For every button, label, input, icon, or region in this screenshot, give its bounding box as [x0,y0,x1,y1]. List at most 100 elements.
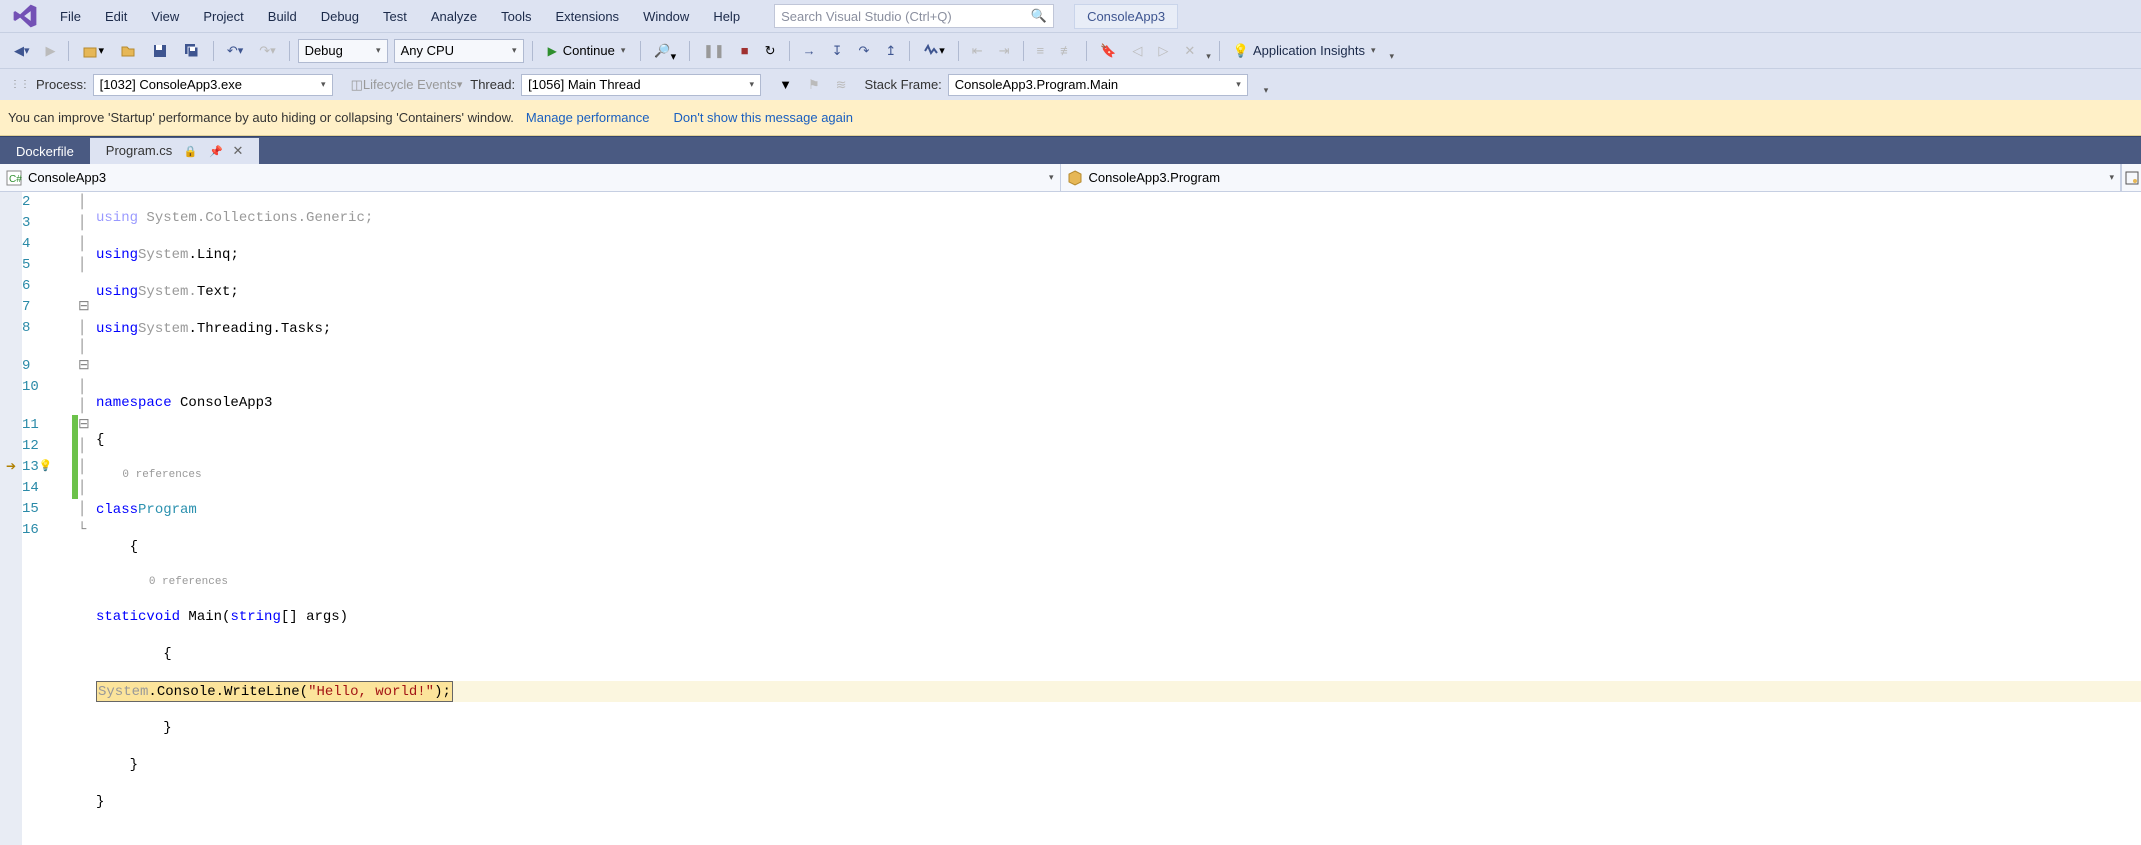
dont-show-again-link[interactable]: Don't show this message again [673,110,853,125]
code-editor[interactable]: ➔ 23456 78 910 1112 13 💡 141516 ││││ ⊟│ … [0,192,2141,845]
app-insights-button[interactable]: 💡 Application Insights ▾ [1227,39,1382,63]
code-line[interactable] [96,356,2141,377]
code-line[interactable]: using System.Linq; [96,245,2141,266]
open-file-button[interactable] [114,39,142,63]
breakpoint-gutter[interactable]: ➔ [0,192,22,845]
stack-frame-label: Stack Frame: [865,77,942,92]
overflow-menu[interactable]: ▾ [1206,51,1211,62]
separator [1023,41,1024,61]
pin-icon[interactable]: 📌 [209,146,223,158]
find-button[interactable]: 🔎▾ [648,39,682,63]
show-next-statement-button[interactable]: → [797,39,822,62]
next-bookmark-button: ▷ [1152,39,1174,63]
separator [532,41,533,61]
step-into-button[interactable]: ↧ [826,39,849,63]
nav-type-dropdown[interactable]: ConsoleApp3.Program ▾ [1061,164,2122,191]
filter-icon[interactable]: ▼ [773,73,798,96]
menu-debug[interactable]: Debug [309,3,371,30]
menu-build[interactable]: Build [256,3,309,30]
intellitrace-button[interactable]: ▾ [917,39,950,63]
class-icon [1067,170,1083,186]
outlining-gutter[interactable]: ││││ ⊟│ │ ⊟│ │ ⊟│ │ ││└ [78,192,96,845]
thread-dropdown[interactable]: [1056] Main Thread▾ [521,74,761,96]
code-line[interactable]: { [96,644,2141,665]
menu-extensions[interactable]: Extensions [543,3,631,30]
code-content[interactable]: using System.Collections.Generic; using … [96,192,2141,845]
code-line[interactable]: class Program [96,500,2141,521]
nav-project-dropdown[interactable]: C# ConsoleApp3 ▾ [0,164,1061,191]
save-all-button[interactable] [178,39,206,63]
undo-button[interactable]: ↶▾ [221,39,249,63]
nav-split-button[interactable] [2121,164,2141,191]
code-line[interactable]: using System.Text; [96,282,2141,303]
code-line[interactable]: } [96,755,2141,776]
menu-edit[interactable]: Edit [93,3,139,30]
svg-text:C#: C# [9,174,22,185]
code-line-current[interactable]: System.Console.WriteLine("Hello, world!"… [96,681,2141,702]
quick-launch-search[interactable]: Search Visual Studio (Ctrl+Q) 🔍 [774,4,1054,28]
code-line[interactable]: using System.Collections.Generic; [96,208,2141,229]
menu-window[interactable]: Window [631,3,701,30]
menu-view[interactable]: View [139,3,191,30]
overflow-menu-3[interactable]: ▾ [1264,85,1269,96]
process-dropdown[interactable]: [1032] ConsoleApp3.exe▾ [93,74,333,96]
step-out-button[interactable]: ↥ [879,39,902,63]
debug-toolbar: ⋮⋮ Process: [1032] ConsoleApp3.exe▾ ◫ Li… [0,68,2141,100]
pause-button[interactable]: ❚❚ [697,39,731,63]
indent-less-button: ⇤ [966,39,989,63]
grip-icon[interactable]: ⋮⋮ [10,79,30,90]
menu-project[interactable]: Project [191,3,255,30]
codelens-indicator[interactable]: 0 references [96,467,2141,484]
nav-forward-button: ▶ [39,39,61,63]
overflow-menu-2[interactable]: ▾ [1389,51,1394,62]
new-project-button[interactable]: ▾ [76,39,109,63]
stack-frame-dropdown[interactable]: ConsoleApp3.Program.Main▾ [948,74,1248,96]
visual-studio-logo [12,3,38,29]
menu-test[interactable]: Test [371,3,419,30]
flag-icon: ⚑ [802,73,826,97]
document-tabwell: Dockerfile Program.cs 🔒 📌 ✕ [0,136,2141,164]
code-line[interactable]: namespace ConsoleApp3 [96,393,2141,414]
process-label: Process: [36,77,87,92]
lightbulb-icon: 💡 [1233,43,1249,59]
menu-tools[interactable]: Tools [489,3,543,30]
menu-help[interactable]: Help [701,3,752,30]
save-button[interactable] [146,39,174,63]
menu-file[interactable]: File [48,3,93,30]
manage-performance-link[interactable]: Manage performance [526,110,650,125]
line-number-gutter: 23456 78 910 1112 13 💡 141516 [22,192,72,845]
code-line[interactable]: { [96,430,2141,451]
main-toolbar: ◀▾ ▶ ▾ ↶▾ ↷▾ Debug▾ Any CPU▾ ▶ Continue … [0,32,2141,68]
separator [689,41,690,61]
solution-name[interactable]: ConsoleApp3 [1074,4,1178,29]
step-over-button[interactable]: ↷ [852,39,875,63]
code-line[interactable]: static void Main(string[] args) [96,607,2141,628]
platform-value: Any CPU [401,43,454,58]
close-icon[interactable]: ✕ [233,143,244,158]
lock-icon: 🔒 [184,146,198,158]
play-icon: ▶ [548,44,557,58]
code-line[interactable]: { [96,537,2141,558]
code-line[interactable]: using System.Threading.Tasks; [96,319,2141,340]
search-placeholder: Search Visual Studio (Ctrl+Q) [781,9,1031,24]
tab-dockerfile[interactable]: Dockerfile [0,139,90,164]
continue-button[interactable]: ▶ Continue ▾ [540,43,634,58]
tab-program-cs[interactable]: Program.cs 🔒 📌 ✕ [90,138,260,164]
nav-type-value: ConsoleApp3.Program [1089,170,1221,185]
suggestion-lightbulb-icon[interactable]: 💡 [39,457,53,478]
process-value: [1032] ConsoleApp3.exe [100,77,242,92]
nav-back-button[interactable]: ◀▾ [8,39,35,63]
separator [289,41,290,61]
solution-config-dropdown[interactable]: Debug▾ [298,39,388,63]
restart-button[interactable]: ↻ [759,39,782,63]
bookmark-button[interactable]: 🔖 [1094,39,1122,63]
lifecycle-events-button[interactable]: ◫ Lifecycle Events ▾ [345,73,469,97]
codelens-indicator[interactable]: 0 references [96,574,2141,591]
start-label: Continue [563,43,615,58]
separator [68,41,69,61]
code-line[interactable]: } [96,792,2141,813]
stop-button[interactable]: ■ [735,39,755,62]
menu-analyze[interactable]: Analyze [419,3,489,30]
csharp-project-icon: C# [6,170,22,186]
solution-platform-dropdown[interactable]: Any CPU▾ [394,39,524,63]
